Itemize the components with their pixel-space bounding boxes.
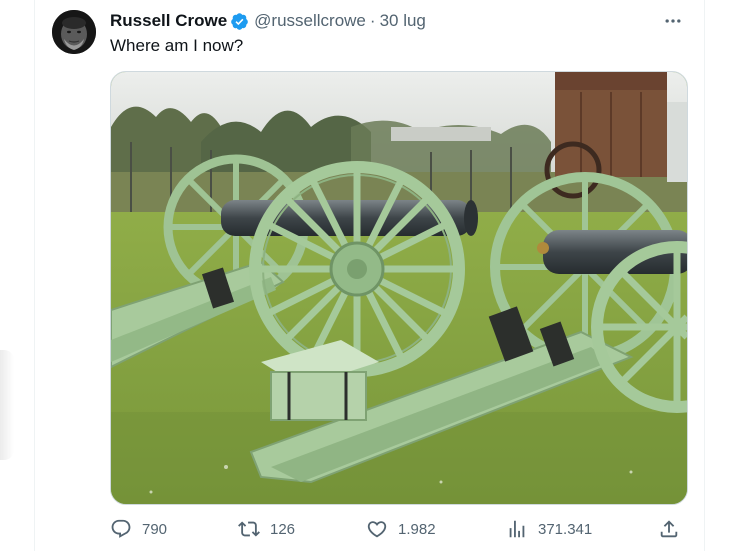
views-count: 371.341: [538, 520, 593, 538]
tweet-media-photo[interactable]: [110, 71, 688, 505]
author-handle[interactable]: @russellcrowe: [254, 11, 366, 31]
tweet-timestamp[interactable]: 30 lug: [380, 11, 426, 31]
views-button[interactable]: 371.341: [506, 516, 592, 542]
retweet-count: 126: [270, 520, 296, 538]
retweet-button[interactable]: 126: [238, 516, 295, 542]
like-button[interactable]: 1.982: [366, 516, 436, 542]
left-panel-edge: [0, 0, 34, 551]
avatar-photo: [52, 10, 96, 54]
reply-button[interactable]: 790: [110, 516, 167, 542]
more-options-button[interactable]: [660, 8, 686, 34]
share-upload-icon: [660, 520, 678, 538]
more-horizontal-icon: [665, 19, 681, 23]
tweet-text: Where am I now?: [110, 36, 244, 55]
retweet-icon: [238, 521, 260, 537]
tweet-header: Russell Crowe @russellcrowe · 30 lug: [110, 10, 426, 32]
tweet-actions: 790 126 1.982 371.341: [110, 516, 690, 542]
avatar[interactable]: [52, 10, 96, 54]
verified-badge-icon[interactable]: [230, 12, 249, 31]
analytics-bar-icon: [509, 520, 525, 538]
heart-icon: [367, 521, 387, 538]
like-count: 1.982: [398, 520, 436, 538]
header-separator: ·: [369, 11, 376, 30]
share-button[interactable]: [658, 516, 680, 542]
reply-count: 790: [142, 520, 168, 538]
reply-icon: [111, 519, 131, 538]
left-panel-shadow: [0, 350, 14, 460]
cannon-photo: [111, 72, 687, 504]
timeline-border-right: [704, 0, 705, 551]
author-name[interactable]: Russell Crowe: [110, 11, 227, 31]
tweet[interactable]: Russell Crowe @russellcrowe · 30 lug Whe…: [35, 0, 704, 551]
